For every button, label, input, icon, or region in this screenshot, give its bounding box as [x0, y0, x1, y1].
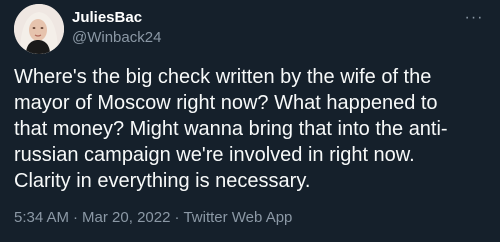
tweet-text-line: Clarity in everything is necessary. — [14, 170, 311, 192]
display-name[interactable]: JuliesBac — [72, 9, 142, 26]
tweet-source[interactable]: Twitter Web App — [183, 209, 292, 226]
tweet-metadata: 5:34 AM · Mar 20, 2022 · Twitter Web App — [14, 209, 292, 226]
tweet-card: JuliesBac @Winback24 ··· Where's the big… — [0, 0, 500, 242]
tweet-text-line: that money? Might wanna bring that into … — [14, 118, 448, 140]
tweet-date[interactable]: Mar 20, 2022 — [82, 209, 170, 226]
user-handle[interactable]: @Winback24 — [72, 29, 161, 46]
tweet-text: Where's the big check written by the wif… — [14, 64, 490, 194]
profile-photo-icon — [14, 4, 64, 54]
tweet-text-line: Where's the big check written by the wif… — [14, 66, 432, 88]
avatar[interactable] — [14, 4, 64, 54]
more-options-icon[interactable]: ··· — [460, 4, 488, 32]
tweet-text-line: mayor of Moscow right now? What happened… — [14, 92, 438, 114]
tweet-time[interactable]: 5:34 AM — [14, 209, 69, 226]
tweet-text-line: russian campaign we're involved in right… — [14, 144, 415, 166]
separator: · — [174, 209, 180, 226]
separator: · — [73, 209, 79, 226]
